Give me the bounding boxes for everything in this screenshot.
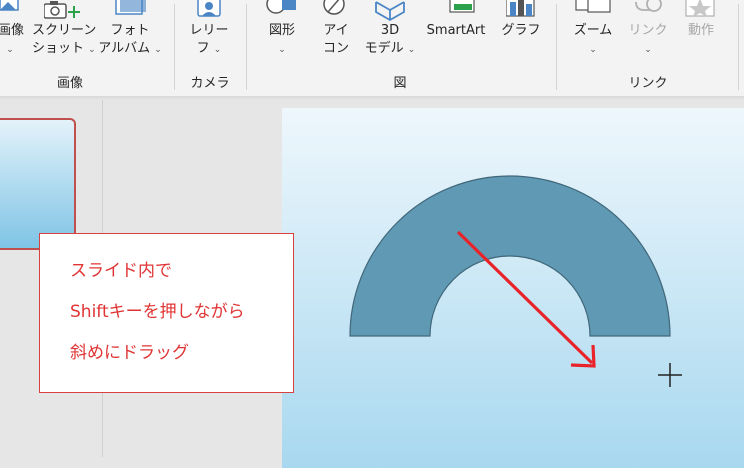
block-arc-shape[interactable]: [349, 175, 671, 337]
instruction-callout: スライド内で Shiftキーを押しながら 斜めにドラッグ: [39, 233, 294, 393]
callout-line-3: 斜めにドラッグ: [70, 343, 189, 363]
callout-line-2: Shiftキーを押しながら: [70, 302, 245, 322]
callout-line-1: スライド内で: [70, 261, 172, 281]
crosshair-cursor-icon: [658, 363, 682, 387]
